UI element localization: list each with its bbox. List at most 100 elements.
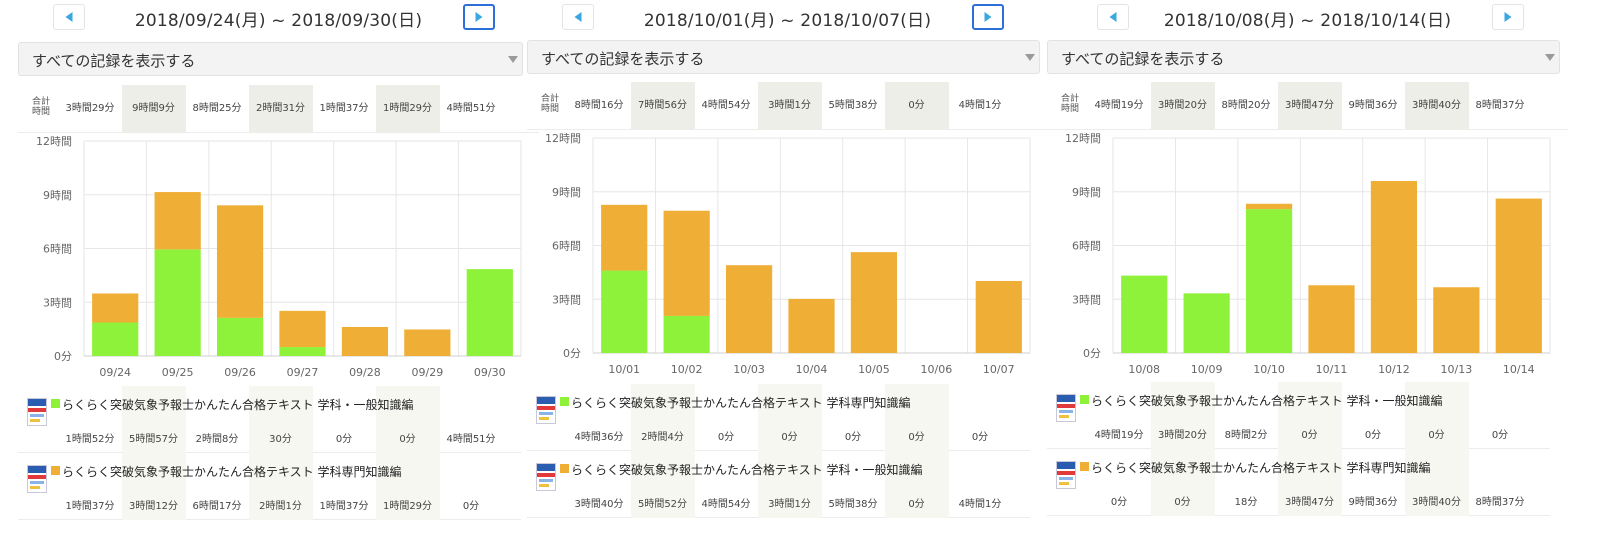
book-cover-band [1057, 471, 1075, 475]
book-cover-band [1059, 482, 1069, 485]
book-color-swatch [1080, 395, 1089, 404]
x-tick-label: 09/24 [99, 366, 131, 379]
record-filter-value: すべての記録を表示する [1061, 50, 1225, 68]
next-week-button[interactable] [463, 4, 495, 30]
book-daily-time: 2時間1分 [259, 501, 302, 512]
book-row[interactable]: らくらく突破気象予報士かんたん合格テキスト 学科・一般知識編 1時間52分 5時間5… [18, 386, 521, 453]
caret-down-icon [1025, 54, 1035, 61]
y-tick-label: 6時間 [1072, 240, 1101, 253]
x-tick-label: 10/05 [858, 363, 890, 376]
book-daily-time: 3時間47分 [1284, 497, 1335, 508]
week-nav: 2018/09/24(月) ~ 2018/09/30(日) [18, 0, 539, 32]
daily-totals-row: 合計時間 3時間29分 9時間9分 8時間25分 2時間31分 1時間37分 1時間29分 4… [18, 85, 539, 133]
daily-total-cell: 4時間51分 [446, 103, 496, 114]
book-daily-time: 0分 [462, 501, 480, 512]
book-title: らくらく突破気象予報士かんたん合格テキスト 学科専門知識編 [62, 465, 402, 479]
bar-chart-svg: 0分 3時間 6時間 9時間 12時間 10/01 10/02 10/03 10/04 10/05… [545, 132, 1031, 376]
book-row[interactable]: らくらく突破気象予報士かんたん合格テキスト 学科・一般知識編 3時間40分 5時間5… [527, 451, 1030, 518]
bar-segment [279, 347, 326, 356]
book-color-swatch [1080, 462, 1089, 471]
y-tick-label: 6時間 [43, 243, 72, 256]
bar-segment [92, 293, 139, 323]
x-tick-label: 09/28 [349, 366, 381, 379]
x-tick-label: 10/11 [1316, 363, 1348, 376]
bar-segment [601, 270, 648, 353]
book-daily-time: 30分 [269, 434, 292, 445]
book-daily-time: 0分 [1110, 497, 1128, 508]
bar-segment [154, 249, 201, 356]
daily-total-cell: 2時間31分 [248, 85, 313, 133]
x-tick-label: 09/26 [224, 366, 256, 379]
daily-total-cell: 8時間25分 [192, 103, 242, 114]
book-row[interactable]: らくらく突破気象予報士かんたん合格テキスト 学科・一般知識編 4時間19分 3時間2… [1047, 382, 1550, 449]
study-time-bar-chart: 0分 3時間 6時間 9時間 12時間 09/24 09/25 09/26 09/27 09/28… [18, 133, 539, 383]
book-cover-band [539, 479, 553, 482]
y-tick-label: 0分 [54, 350, 72, 363]
next-week-button[interactable] [972, 4, 1004, 30]
x-tick-label: 10/14 [1503, 363, 1535, 376]
daily-totals-row: 合計時間 4時間19分 3時間20分 8時間20分 3時間47分 9時間36分 3時間40分… [1047, 82, 1568, 130]
daily-total-cell: 9時間9分 [121, 85, 186, 133]
book-cover-band [30, 481, 44, 484]
triangle-right-icon [1504, 12, 1512, 22]
book-cover-band [28, 408, 46, 412]
record-filter-select[interactable]: すべての記録を表示する [527, 40, 1040, 74]
bar-segment [466, 269, 513, 356]
book-row[interactable]: らくらく突破気象予報士かんたん合格テキスト 学科専門知識編 1時間37分 3時間12… [18, 453, 521, 520]
study-time-bar-chart: 0分 3時間 6時間 9時間 12時間 10/01 10/02 10/03 10/04 10/05… [527, 130, 1048, 380]
week-range-title: 2018/09/24(月) ~ 2018/09/30(日) [134, 11, 423, 31]
book-cover-icon [1056, 461, 1076, 489]
book-cover-band [30, 419, 40, 422]
book-row[interactable]: らくらく突破気象予報士かんたん合格テキスト 学科専門知識編 4時間36分 2時間4分… [527, 384, 1030, 451]
book-daily-time: 0分 [1491, 430, 1509, 441]
bar-segment [404, 329, 451, 356]
record-filter-select[interactable]: すべての記録を表示する [18, 42, 523, 76]
next-week-button[interactable] [1492, 4, 1524, 30]
book-daily-time: 0分 [781, 432, 798, 443]
book-daily-time: 0分 [399, 434, 416, 445]
book-daily-time: 3時間40分 [574, 499, 624, 510]
daily-total-cell: 8時間20分 [1221, 100, 1271, 111]
book-daily-time: 4時間36分 [574, 432, 624, 443]
y-tick-label: 12時間 [1065, 132, 1101, 145]
book-title: らくらく突破気象予報士かんたん合格テキスト 学科・一般知識編 [571, 463, 923, 477]
y-tick-label: 9時間 [43, 189, 72, 202]
book-daily-time: 3時間1分 [768, 499, 811, 510]
x-tick-label: 10/08 [1128, 363, 1160, 376]
daily-totals-row: 合計時間 8時間16分 7時間56分 4時間54分 3時間1分 5時間38分 0分 4時間1分 [527, 82, 1048, 130]
bar-segment [975, 280, 1022, 353]
week-panel: 2018/09/24(月) ~ 2018/09/30(日) すべての記録を表示する… [18, 0, 539, 542]
book-cover-band [537, 464, 555, 471]
totals-label: 合計時間 [31, 97, 50, 117]
book-cover-band [537, 406, 555, 410]
book-color-swatch [51, 466, 60, 475]
study-time-bar-chart: 0分 3時間 6時間 9時間 12時間 10/08 10/09 10/10 10/11 10/12… [1047, 130, 1568, 380]
x-tick-label: 10/04 [796, 363, 828, 376]
book-daily-time: 2時間8分 [195, 434, 239, 445]
book-cover-band [537, 397, 555, 404]
triangle-right-icon [984, 12, 992, 22]
triangle-right-icon [475, 12, 483, 22]
x-tick-label: 10/09 [1191, 363, 1223, 376]
daily-total-cell: 4時間1分 [958, 100, 1002, 111]
daily-total-cell: 8時間16分 [574, 100, 624, 111]
book-cover-band [537, 473, 555, 477]
book-daily-time: 6時間17分 [192, 501, 242, 512]
book-cover-icon [27, 465, 47, 493]
bar-segment [341, 326, 389, 356]
book-row[interactable]: らくらく突破気象予報士かんたん合格テキスト 学科専門知識編 0分 0分 18分 3時間4… [1047, 449, 1550, 516]
book-daily-time: 8時間2分 [1224, 430, 1268, 441]
book-cover-icon [536, 463, 556, 491]
daily-total-cell: 1時間37分 [319, 103, 369, 114]
week-panel: 2018/10/01(月) ~ 2018/10/07(日) すべての記録を表示する… [527, 0, 1048, 542]
book-cover-band [28, 399, 46, 406]
daily-total-cell: 0分 [884, 82, 949, 130]
y-tick-label: 12時間 [545, 132, 581, 145]
bar-segment [1308, 285, 1355, 353]
daily-total-cell: 3時間47分 [1277, 82, 1342, 130]
record-filter-select[interactable]: すべての記録を表示する [1047, 40, 1560, 74]
totals-label: 合計時間 [1060, 94, 1079, 114]
y-tick-label: 6時間 [552, 240, 581, 253]
totals-label: 合計時間 [540, 94, 559, 114]
y-tick-label: 3時間 [1072, 293, 1101, 306]
